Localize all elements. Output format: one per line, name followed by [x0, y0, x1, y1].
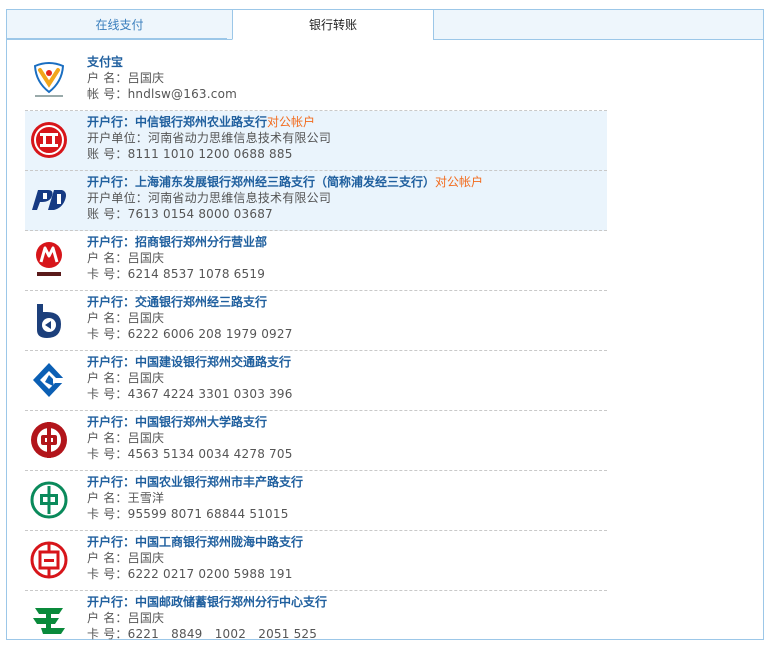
list-item: 开户行：中国农业银行郑州市丰产路支行 户 名：王雪洋 卡 号：95599 807…: [25, 471, 607, 531]
boc-logo: [27, 418, 71, 462]
list-item: 开户行：中国银行郑州大学路支行 户 名：吕国庆 卡 号：4563 5134 00…: [25, 411, 607, 471]
account-holder: 吕国庆: [127, 611, 165, 625]
bank-title: 开户行：中国邮政储蓄银行郑州分行中心支行: [87, 595, 328, 609]
bank-title: 支付宝: [87, 55, 124, 69]
name-label: 户 名：: [87, 611, 128, 625]
account-holder: 河南省动力思维信息技术有限公司: [148, 191, 332, 205]
bank-title: 开户行：上海浦东发展银行郑州经三路支行（简称浦发经三支行）: [87, 175, 436, 189]
name-label: 户 名：: [87, 551, 128, 565]
number-label: 账 号：: [87, 147, 128, 161]
list-item: 开户行：中国工商银行郑州陇海中路支行 户 名：吕国庆 卡 号：6222 0217…: [25, 531, 607, 591]
name-label: 户 名：: [87, 251, 128, 265]
payment-tabs: 在线支付 银行转账: [6, 9, 764, 40]
bank-title: 开户行：中国工商银行郑州陇海中路支行: [87, 535, 304, 549]
account-holder: 王雪洋: [127, 491, 165, 505]
account-holder: 吕国庆: [127, 551, 165, 565]
list-item: 开户行：中信银行郑州农业路支行对公帐户 开户单位：河南省动力思维信息技术有限公司…: [25, 111, 607, 171]
account-number: 6222 0217 0200 5988 191: [127, 567, 293, 581]
list-item: 开户行：中国邮政储蓄银行郑州分行中心支行 户 名：吕国庆 卡 号：6221 88…: [25, 591, 607, 647]
list-item: 开户行：交通银行郑州经三路支行 户 名：吕国庆 卡 号：6222 6006 20…: [25, 291, 607, 351]
account-holder: 吕国庆: [127, 71, 165, 85]
account-tag: 对公帐户: [435, 175, 484, 189]
account-number: 6214 8537 1078 6519: [127, 267, 266, 281]
name-label: 开户单位：: [87, 131, 149, 145]
bank-title: 开户行：中国农业银行郑州市丰产路支行: [87, 475, 304, 489]
bank-title: 开户行：招商银行郑州分行营业部: [87, 235, 268, 249]
account-holder: 吕国庆: [127, 431, 165, 445]
bank-title: 开户行：中国银行郑州大学路支行: [87, 415, 268, 429]
number-label: 卡 号：: [87, 507, 128, 521]
icbc-logo: [27, 538, 71, 582]
abc-logo: [27, 478, 71, 522]
list-item: 开户行：招商银行郑州分行营业部 户 名：吕国庆 卡 号：6214 8537 10…: [25, 231, 607, 291]
ccb-logo: [27, 358, 71, 402]
account-holder: 吕国庆: [127, 371, 165, 385]
name-label: 户 名：: [87, 311, 128, 325]
account-holder: 吕国庆: [127, 311, 165, 325]
tab-bank-transfer[interactable]: 银行转账: [232, 9, 434, 40]
account-number: 6221 8849 1002 2051 525: [127, 627, 318, 641]
name-label: 户 名：: [87, 431, 128, 445]
number-label: 卡 号：: [87, 267, 128, 281]
account-number: 8111 1010 1200 0688 885: [127, 147, 293, 161]
bank-transfer-panel: 支付宝 户 名：吕国庆 帐 号：hndlsw@163.com 开户行：中信银行郑…: [6, 38, 764, 641]
account-number: 7613 0154 8000 03687: [127, 207, 273, 221]
number-label: 卡 号：: [87, 627, 128, 641]
account-number: 4367 4224 3301 0303 396: [127, 387, 293, 401]
bank-title: 开户行：中信银行郑州农业路支行: [87, 115, 268, 129]
list-item: 支付宝 户 名：吕国庆 帐 号：hndlsw@163.com: [25, 51, 607, 111]
alipay-logo: [27, 58, 71, 102]
list-item: 开户行：中国建设银行郑州交通路支行 户 名：吕国庆 卡 号：4367 4224 …: [25, 351, 607, 411]
name-label: 户 名：: [87, 71, 128, 85]
name-label: 开户单位：: [87, 191, 149, 205]
bocom-logo: [27, 298, 71, 342]
number-label: 卡 号：: [87, 327, 128, 341]
bank-title: 开户行：交通银行郑州经三路支行: [87, 295, 268, 309]
account-tag: 对公帐户: [267, 115, 316, 129]
account-number: 6222 6006 208 1979 0927: [127, 327, 293, 341]
account-number: 95599 8071 68844 51015: [127, 507, 289, 521]
number-label: 卡 号：: [87, 447, 128, 461]
cmb-logo: [27, 238, 71, 282]
psbc-logo: [27, 598, 71, 642]
account-number: hndlsw@163.com: [127, 87, 238, 101]
name-label: 户 名：: [87, 491, 128, 505]
bank-title: 开户行：中国建设银行郑州交通路支行: [87, 355, 292, 369]
tab-online-payment[interactable]: 在线支付: [6, 9, 233, 40]
account-number: 4563 5134 0034 4278 705: [127, 447, 293, 461]
number-label: 帐 号：: [87, 87, 128, 101]
account-holder: 吕国庆: [127, 251, 165, 265]
number-label: 账 号：: [87, 207, 128, 221]
account-list: 支付宝 户 名：吕国庆 帐 号：hndlsw@163.com 开户行：中信银行郑…: [25, 51, 607, 647]
account-holder: 河南省动力思维信息技术有限公司: [148, 131, 332, 145]
spdb-logo: [27, 178, 71, 222]
list-item: 开户行：上海浦东发展银行郑州经三路支行（简称浦发经三支行）对公帐户 开户单位：河…: [25, 171, 607, 231]
number-label: 卡 号：: [87, 387, 128, 401]
citic-bank-logo: [27, 118, 71, 162]
number-label: 卡 号：: [87, 567, 128, 581]
name-label: 户 名：: [87, 371, 128, 385]
